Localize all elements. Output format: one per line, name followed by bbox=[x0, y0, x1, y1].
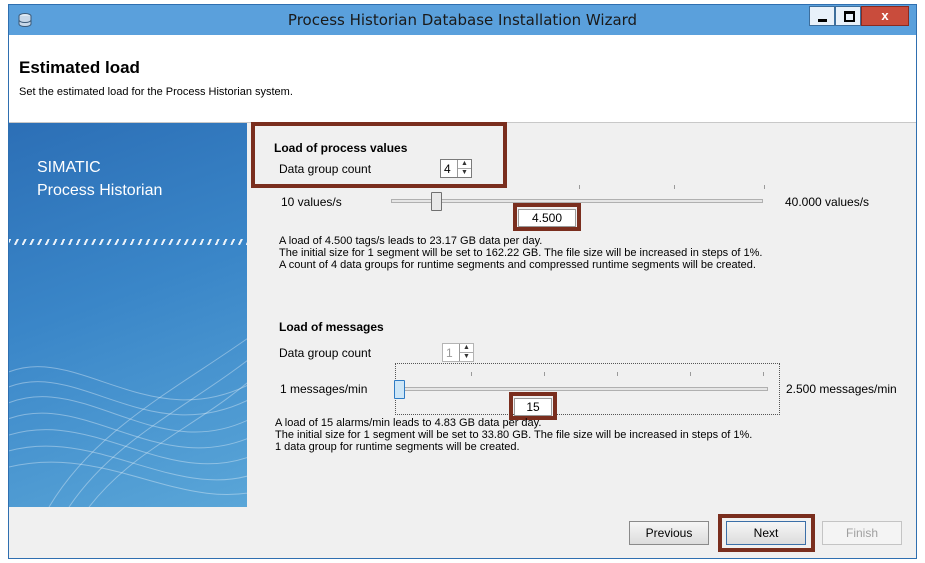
messages-data-group-value: 1 bbox=[446, 346, 453, 360]
close-icon: x bbox=[881, 8, 889, 23]
slider-tick bbox=[764, 185, 765, 189]
highlight-process-value bbox=[513, 203, 581, 231]
messages-title: Load of messages bbox=[279, 320, 384, 334]
page-title: Estimated load bbox=[19, 58, 140, 77]
process-description-line-3: A count of 4 data groups for runtime seg… bbox=[279, 259, 756, 271]
maximize-button[interactable] bbox=[835, 6, 861, 26]
process-min-label: 10 values/s bbox=[281, 195, 342, 209]
messages-slider-track[interactable] bbox=[398, 387, 768, 391]
page-subtitle: Set the estimated load for the Process H… bbox=[19, 86, 293, 98]
slider-tick bbox=[544, 372, 545, 376]
close-button[interactable]: x bbox=[861, 6, 909, 26]
slider-tick bbox=[617, 372, 618, 376]
messages-max-label: 2.500 messages/min bbox=[786, 382, 897, 396]
messages-description-line-2: The initial size for 1 segment will be s… bbox=[275, 429, 753, 441]
highlight-process-values bbox=[251, 122, 507, 188]
messages-description-line-3: 1 data group for runtime segments will b… bbox=[275, 441, 520, 453]
messages-data-group-spinner[interactable]: 1 ▲ ▼ bbox=[442, 343, 474, 362]
title-bar[interactable]: Process Historian Database Installation … bbox=[9, 5, 916, 35]
brand-process-historian: Process Historian bbox=[37, 182, 163, 199]
highlight-next bbox=[718, 514, 815, 552]
messages-description-line-1: A load of 15 alarms/min leads to 4.83 GB… bbox=[275, 417, 542, 429]
highlight-messages-value bbox=[509, 392, 557, 420]
messages-data-group-label: Data group count bbox=[279, 346, 372, 360]
brand-simatic: SIMATIC bbox=[37, 159, 101, 176]
slider-tick bbox=[690, 372, 691, 376]
messages-min-label: 1 messages/min bbox=[280, 382, 368, 396]
wave-graphic bbox=[9, 338, 247, 507]
process-slider-thumb[interactable] bbox=[431, 192, 442, 211]
sidebar-banner: SIMATIC Process Historian bbox=[9, 123, 247, 507]
previous-button[interactable]: Previous bbox=[629, 521, 709, 545]
messages-slider-thumb[interactable] bbox=[394, 380, 405, 399]
window-title: Process Historian Database Installation … bbox=[287, 11, 638, 29]
slider-tick bbox=[674, 185, 675, 189]
finish-button[interactable]: Finish bbox=[822, 521, 902, 545]
page-header: Estimated load Set the estimated load fo… bbox=[9, 35, 916, 123]
spinner-arrows[interactable]: ▲ ▼ bbox=[459, 344, 473, 361]
process-description-line-1: A load of 4.500 tags/s leads to 23.17 GB… bbox=[279, 235, 543, 247]
slider-tick bbox=[579, 185, 580, 189]
minimize-button[interactable] bbox=[809, 6, 835, 26]
slider-tick bbox=[763, 372, 764, 376]
process-max-label: 40.000 values/s bbox=[785, 195, 870, 209]
decorative-stripes bbox=[9, 239, 247, 245]
wizard-window: Process Historian Database Installation … bbox=[8, 4, 917, 559]
spin-down-icon[interactable]: ▼ bbox=[460, 353, 473, 361]
process-description-line-2: The initial size for 1 segment will be s… bbox=[279, 247, 763, 259]
slider-tick bbox=[471, 372, 472, 376]
spin-up-icon[interactable]: ▲ bbox=[460, 344, 473, 353]
